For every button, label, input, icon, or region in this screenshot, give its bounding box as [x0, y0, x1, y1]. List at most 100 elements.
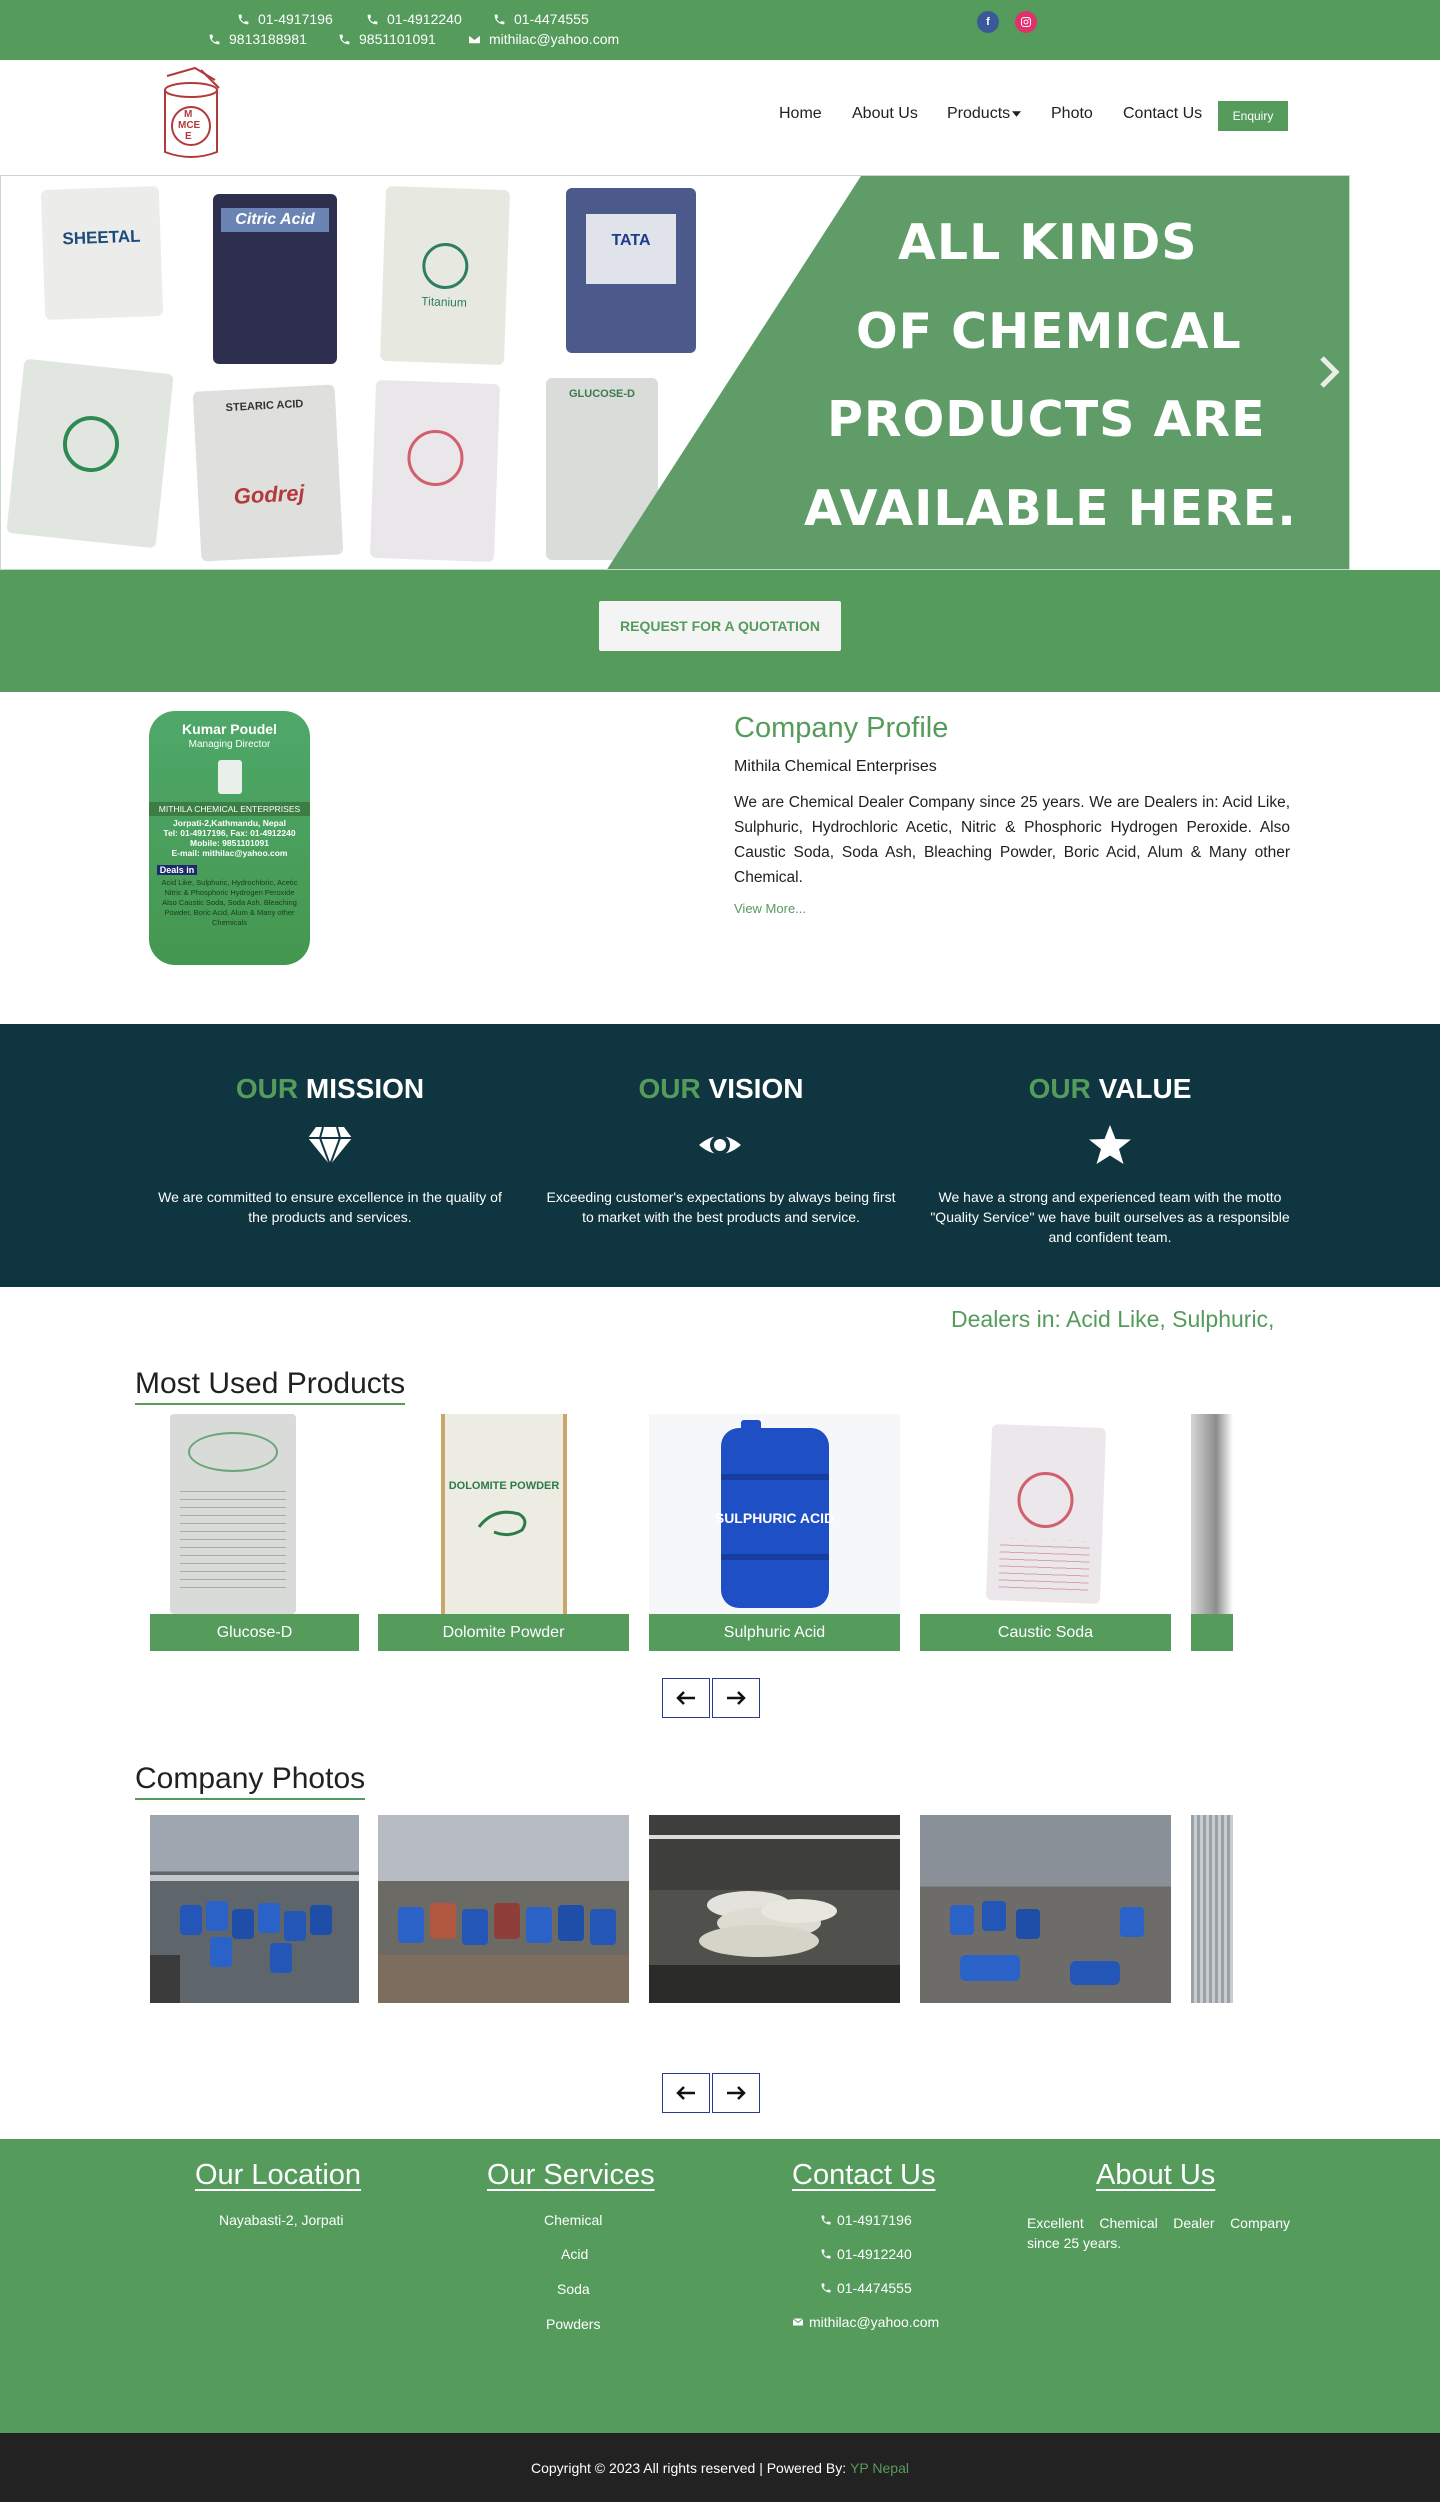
site-logo[interactable]: M MCE E	[155, 66, 227, 162]
photo-1-drums	[150, 1875, 359, 2003]
card-tel: Tel: 01-4917196, Fax: 01-4912240	[163, 828, 296, 838]
shrimp-logo-icon	[477, 1510, 527, 1537]
footer-service-acid[interactable]: Acid	[561, 2246, 588, 2262]
footer-phone-2-text: 01-4912240	[837, 2246, 912, 2262]
footer-about-title: About Us	[1096, 2159, 1216, 2191]
nav-products[interactable]: Products	[947, 105, 1022, 123]
phone-icon	[238, 14, 249, 24]
dealers-marquee: Dealers in: Acid Like, Sulphuric,	[951, 1306, 1275, 1332]
product-image-sulphuric-acid[interactable]: SULPHURIC ACID	[649, 1414, 900, 1614]
nav-contact-us[interactable]: Contact Us	[1123, 105, 1202, 123]
request-quotation-button[interactable]: REQUEST FOR A QUOTATION	[599, 601, 841, 651]
enquiry-button[interactable]: Enquiry	[1218, 101, 1288, 131]
product-image-glucose-d[interactable]	[150, 1414, 360, 1614]
footer-service-chemical[interactable]: Chemical	[544, 2212, 602, 2228]
product-label-sulphuric-acid[interactable]: Sulphuric Acid	[649, 1614, 900, 1651]
footer-phone-3[interactable]: 01-4474555	[820, 2280, 912, 2296]
product-image-dolomite-powder[interactable]: DOLOMITE POWDER	[378, 1414, 629, 1614]
footer-location-address: Nayabasti-2, Jorpati	[219, 2212, 344, 2228]
hero-line-3: PRODUCTS ARE	[827, 391, 1266, 448]
hero-line-4: AVAILABLE HERE.	[804, 480, 1297, 537]
company-name: Mithila Chemical Enterprises	[734, 758, 937, 775]
footer-service-powders[interactable]: Powders	[546, 2316, 600, 2332]
footer-phone-3-text: 01-4474555	[837, 2280, 912, 2296]
envelope-icon	[792, 2318, 804, 2326]
facebook-icon[interactable]: f	[977, 11, 999, 33]
logo-letter-m: M	[184, 109, 193, 120]
nav-photo[interactable]: Photo	[1051, 105, 1093, 123]
phone-icon	[821, 2283, 831, 2293]
value-text: We have a strong and experienced team wi…	[930, 1189, 1290, 1245]
product-label-glucose-d[interactable]: Glucose-D	[150, 1614, 359, 1651]
phone-3[interactable]: 01-4474555	[493, 11, 589, 27]
hero-line-2: OF CHEMICAL	[856, 303, 1242, 360]
card-mobile: Mobile: 9851101091	[190, 838, 269, 848]
dolomite-bag-label: DOLOMITE POWDER	[448, 1480, 560, 1492]
card-email: E-mail: mithilac@yahoo.com	[171, 848, 288, 858]
logo-letter-mce: MCE	[178, 120, 201, 131]
eye-icon	[699, 1135, 741, 1155]
phone-2[interactable]: 01-4912240	[366, 11, 462, 27]
vision-word: VISION	[708, 1073, 804, 1104]
photo-2-drums	[378, 1903, 629, 2003]
products-next-button[interactable]	[712, 1678, 760, 1718]
company-photo-partial[interactable]	[1191, 1815, 1233, 2003]
footer-email[interactable]: mithilac@yahoo.com	[792, 2314, 939, 2330]
footer-service-soda[interactable]: Soda	[557, 2281, 590, 2297]
card-drum-icon	[217, 760, 242, 794]
star-icon	[1089, 1125, 1131, 1164]
footer-services-title: Our Services	[487, 2159, 655, 2191]
instagram-icon[interactable]	[1015, 11, 1037, 33]
arrow-right-icon	[727, 1691, 746, 1705]
company-profile-title: Company Profile	[734, 712, 949, 744]
value-accent: OUR	[1028, 1073, 1091, 1104]
drum-label: SULPHURIC ACID	[714, 1510, 835, 1526]
slider-next-button[interactable]	[1316, 354, 1342, 390]
diamond-icon	[308, 1126, 352, 1165]
products-prev-button[interactable]	[662, 1678, 710, 1718]
email-text: mithilac@yahoo.com	[489, 31, 620, 47]
footer-phone-1[interactable]: 01-4917196	[820, 2212, 912, 2228]
phone-2-text: 01-4912240	[387, 11, 462, 27]
phone-1[interactable]: 01-4917196	[237, 11, 333, 27]
footer-email-text: mithilac@yahoo.com	[809, 2314, 940, 2330]
photos-prev-button[interactable]	[662, 2073, 710, 2113]
vision-text: Exceeding customer's expectations by alw…	[546, 1189, 896, 1225]
photos-next-button[interactable]	[712, 2073, 760, 2113]
company-photo-1[interactable]	[150, 1815, 359, 2003]
copyright-text: Copyright © 2023 All rights reserved | P…	[530, 2459, 847, 2476]
card-address: Jorpati-2,Kathmandu, Nepal	[173, 818, 286, 828]
logo-letter-e: E	[185, 131, 192, 142]
view-more-link[interactable]: View More...	[734, 901, 806, 916]
company-description: We are Chemical Dealer Company since 25 …	[734, 794, 1290, 886]
email-contact[interactable]: mithilac@yahoo.com	[468, 31, 619, 47]
footer-contact-title: Contact Us	[792, 2159, 936, 2191]
powered-by-link[interactable]: YP Nepal	[850, 2460, 909, 2476]
product-label-caustic-soda[interactable]: Caustic Soda	[920, 1614, 1171, 1651]
footer-phone-2[interactable]: 01-4912240	[820, 2246, 912, 2262]
vision-accent: OUR	[638, 1073, 701, 1104]
envelope-icon	[469, 35, 480, 43]
company-photo-4[interactable]	[920, 1815, 1171, 2003]
footer-phone-1-text: 01-4917196	[837, 2212, 912, 2228]
phone-icon	[339, 34, 350, 44]
value-word: VALUE	[1098, 1073, 1192, 1104]
mobile-2[interactable]: 9851101091	[338, 31, 436, 47]
vision-title: OUR VISION	[541, 1073, 901, 1105]
mobile-1[interactable]: 9813188981	[208, 31, 307, 47]
phone-icon	[209, 34, 220, 44]
mission-word: MISSION	[305, 1073, 425, 1104]
card-deals-label: Deals in	[157, 865, 197, 875]
product-image-partial[interactable]	[1191, 1414, 1233, 1614]
mission-title: OUR MISSION	[150, 1073, 510, 1105]
company-photo-3[interactable]	[649, 1815, 900, 2003]
nav-about-us[interactable]: About Us	[852, 105, 918, 123]
company-photo-2[interactable]	[378, 1815, 629, 2003]
product-label-partial[interactable]	[1191, 1614, 1233, 1651]
phone-3-text: 01-4474555	[514, 11, 589, 27]
card-company: MITHILA CHEMICAL ENTERPRISES	[149, 802, 310, 816]
arrow-right-icon	[727, 2086, 746, 2100]
product-label-dolomite-powder[interactable]: Dolomite Powder	[378, 1614, 629, 1651]
product-image-caustic-soda[interactable]	[920, 1414, 1171, 1614]
nav-home[interactable]: Home	[779, 105, 822, 123]
